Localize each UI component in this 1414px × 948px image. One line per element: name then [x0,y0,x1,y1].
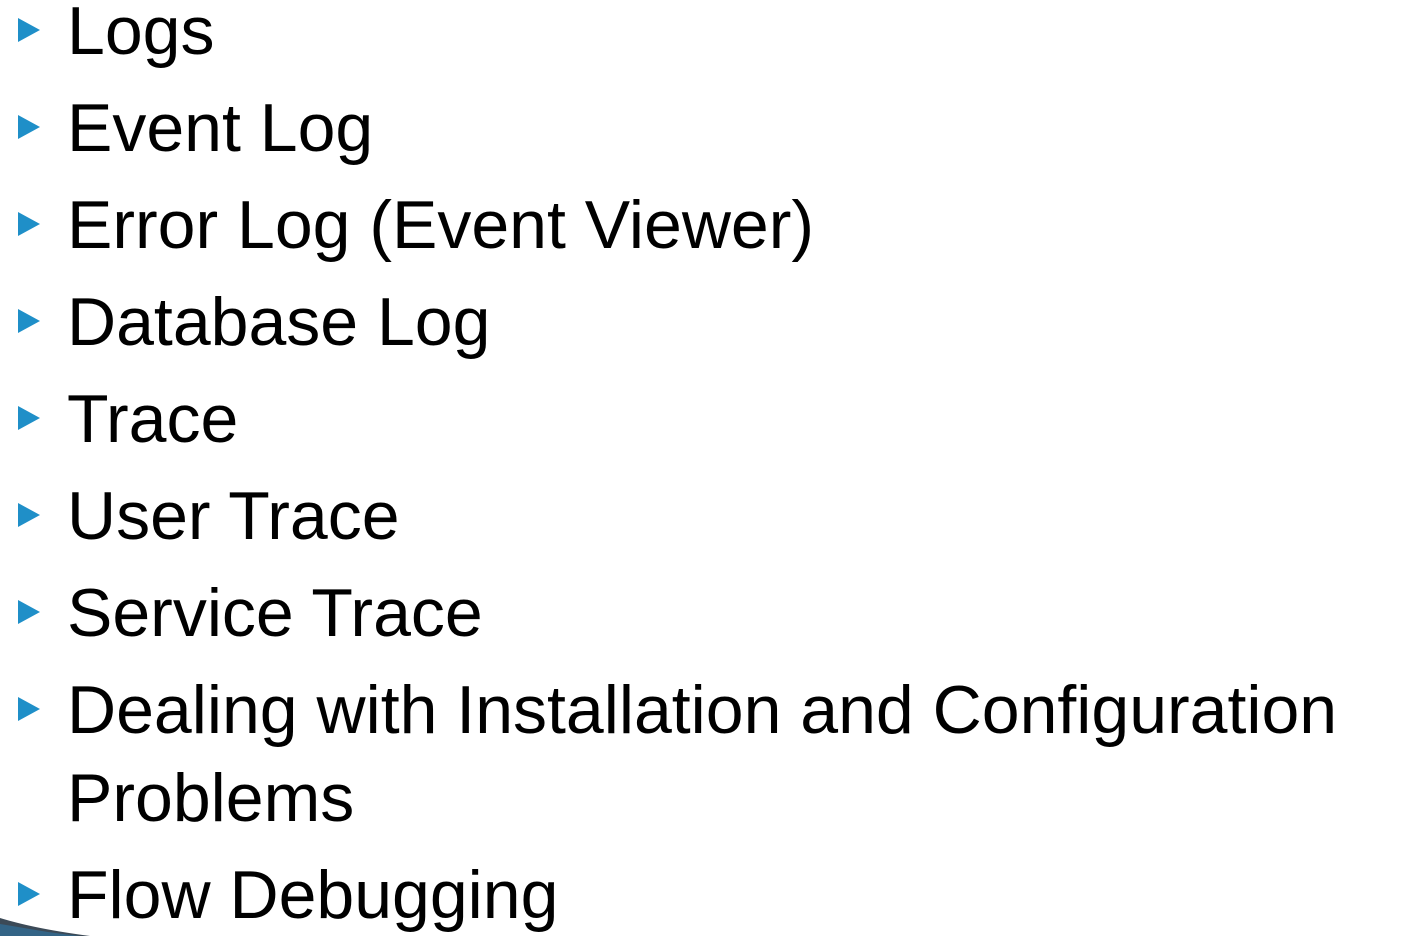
bullet-text: Event Log [67,90,374,166]
list-item: Dealing with Installation and Configurat… [0,666,1414,842]
triangle-right-icon [18,697,40,721]
list-item: Event Log [0,84,1414,172]
bullet-text: User Trace [67,478,400,554]
bullet-text: Service Trace [67,575,483,651]
bullet-text: Error Log (Event Viewer) [67,187,815,263]
corner-swoosh-decoration [0,918,90,936]
triangle-right-icon [18,600,40,624]
bullet-text: Trace [67,381,239,457]
bullet-text: Logs [67,0,215,69]
triangle-right-icon [18,406,40,430]
triangle-right-icon [18,882,40,906]
list-item: User Trace [0,472,1414,560]
triangle-right-icon [18,309,40,333]
bullet-list: Logs Event Log Error Log (Event Viewer) … [0,0,1414,948]
list-item: Database Log [0,278,1414,366]
list-item: Flow Debugging [0,851,1414,939]
bullet-text: Dealing with Installation and Configurat… [67,672,1338,836]
list-item: Error Log (Event Viewer) [0,181,1414,269]
triangle-right-icon [18,18,40,42]
list-item: Logs [0,0,1414,75]
bullet-text: Database Log [67,284,491,360]
slide: Logs Event Log Error Log (Event Viewer) … [0,0,1414,936]
bullet-text: Flow Debugging [67,857,559,933]
list-item: Service Trace [0,569,1414,657]
triangle-right-icon [18,115,40,139]
list-item: Trace [0,375,1414,463]
triangle-right-icon [18,503,40,527]
triangle-right-icon [18,212,40,236]
